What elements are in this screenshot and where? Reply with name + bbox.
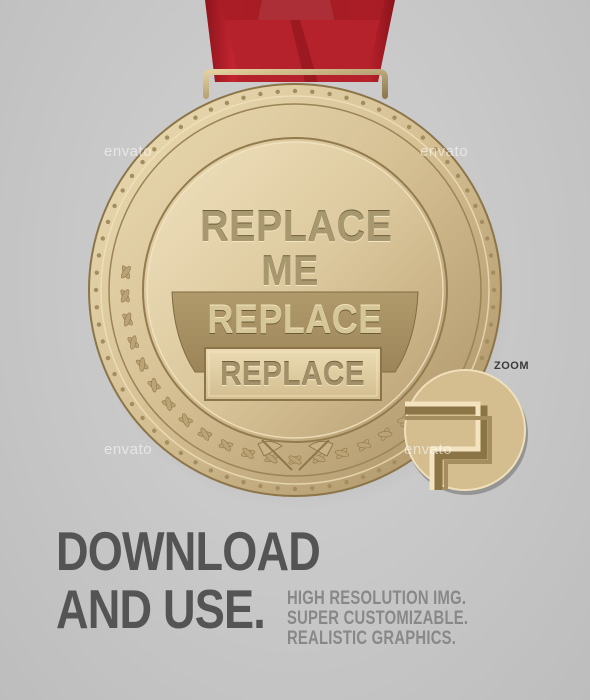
rim-dot (224, 474, 230, 480)
rim-dot (140, 159, 145, 165)
rim-dot (164, 135, 170, 140)
rim-dot (360, 474, 366, 480)
rim-dot (392, 115, 397, 120)
rim-dot (152, 147, 157, 152)
rim-dot (94, 305, 100, 310)
feature-item: REALISTIC GRAPHICS. (287, 628, 457, 649)
rim-dot (100, 339, 106, 344)
rim-dot (344, 95, 349, 101)
rim-dot (208, 107, 214, 112)
medal-text-line2: ME (261, 247, 319, 294)
watermark: envato (404, 441, 453, 458)
laurel-leaf (377, 431, 393, 438)
rim-dot (479, 219, 485, 225)
rim-dot (193, 460, 198, 465)
headline-line1: DOWNLOAD (56, 520, 321, 582)
rim-dot (488, 253, 494, 258)
rim-dot (94, 270, 100, 275)
rim-dot (105, 219, 111, 225)
rim-dot (491, 287, 497, 293)
rim-dot (491, 270, 496, 275)
rim-dot (112, 371, 117, 377)
rim-dot (376, 107, 382, 112)
rim-dot (292, 88, 298, 94)
rim-dot (178, 124, 184, 130)
rim-dot (140, 415, 145, 421)
rim-dot (455, 173, 461, 179)
headline-line2: AND USE. (56, 578, 266, 640)
rim-dot (208, 468, 214, 473)
rim-dot (406, 124, 412, 130)
rim-dot (491, 305, 496, 310)
rim-dot (392, 460, 397, 465)
medal-band-text: REPLACE (207, 298, 383, 342)
rim-dot (376, 468, 382, 473)
medal-box-text: REPLACE (219, 355, 366, 392)
features-list: HIGH RESOLUTION IMG. SUPER CUSTOMIZABLE.… (287, 589, 468, 649)
rim-dot (152, 428, 157, 433)
rim-dot (178, 450, 184, 456)
feature-item: SUPER CUSTOMIZABLE. (287, 608, 469, 629)
rim-dot (292, 486, 298, 492)
rim-dot (129, 173, 135, 179)
rim-dot (327, 91, 332, 97)
rim-dot (310, 89, 315, 95)
rim-dot (420, 135, 426, 140)
rim-dot (120, 188, 125, 193)
rim-dot (465, 188, 470, 193)
rim-dot (275, 89, 280, 95)
rim-dot (105, 355, 111, 361)
zoom-label: ZOOM (494, 360, 529, 372)
rim-dot (473, 203, 478, 209)
rim-dot (93, 287, 99, 293)
stage: envato envato envato envato REPLACE ME R… (0, 0, 590, 700)
rim-dot (193, 115, 198, 120)
rim-dot (485, 339, 490, 344)
rim-dot (258, 483, 263, 489)
watermark: envato (104, 441, 153, 458)
rim-dot (344, 480, 349, 485)
rim-dot (96, 322, 102, 327)
feature-item: HIGH RESOLUTION IMG. (287, 588, 467, 609)
rim-dot (224, 100, 230, 106)
rim-dot (485, 236, 490, 241)
rim-dot (488, 322, 494, 327)
rim-dot (327, 483, 332, 489)
watermark: envato (104, 143, 153, 160)
rim-dot (129, 401, 135, 407)
rim-dot (241, 480, 246, 485)
rim-dot (258, 91, 263, 97)
rim-dot (164, 440, 170, 445)
rim-dot (112, 203, 117, 209)
rim-dot (100, 236, 106, 241)
rim-dot (445, 159, 450, 165)
zoom-circle (404, 369, 528, 495)
rim-dot (120, 387, 125, 392)
watermark: envato (420, 143, 469, 160)
rim-dot (275, 486, 280, 491)
rim-dot (241, 95, 246, 101)
rim-dot (310, 486, 315, 491)
rim-dot (360, 100, 366, 106)
rim-dot (96, 253, 102, 258)
medal-text-line1: REPLACE (200, 202, 393, 251)
rim-dot (479, 355, 485, 361)
